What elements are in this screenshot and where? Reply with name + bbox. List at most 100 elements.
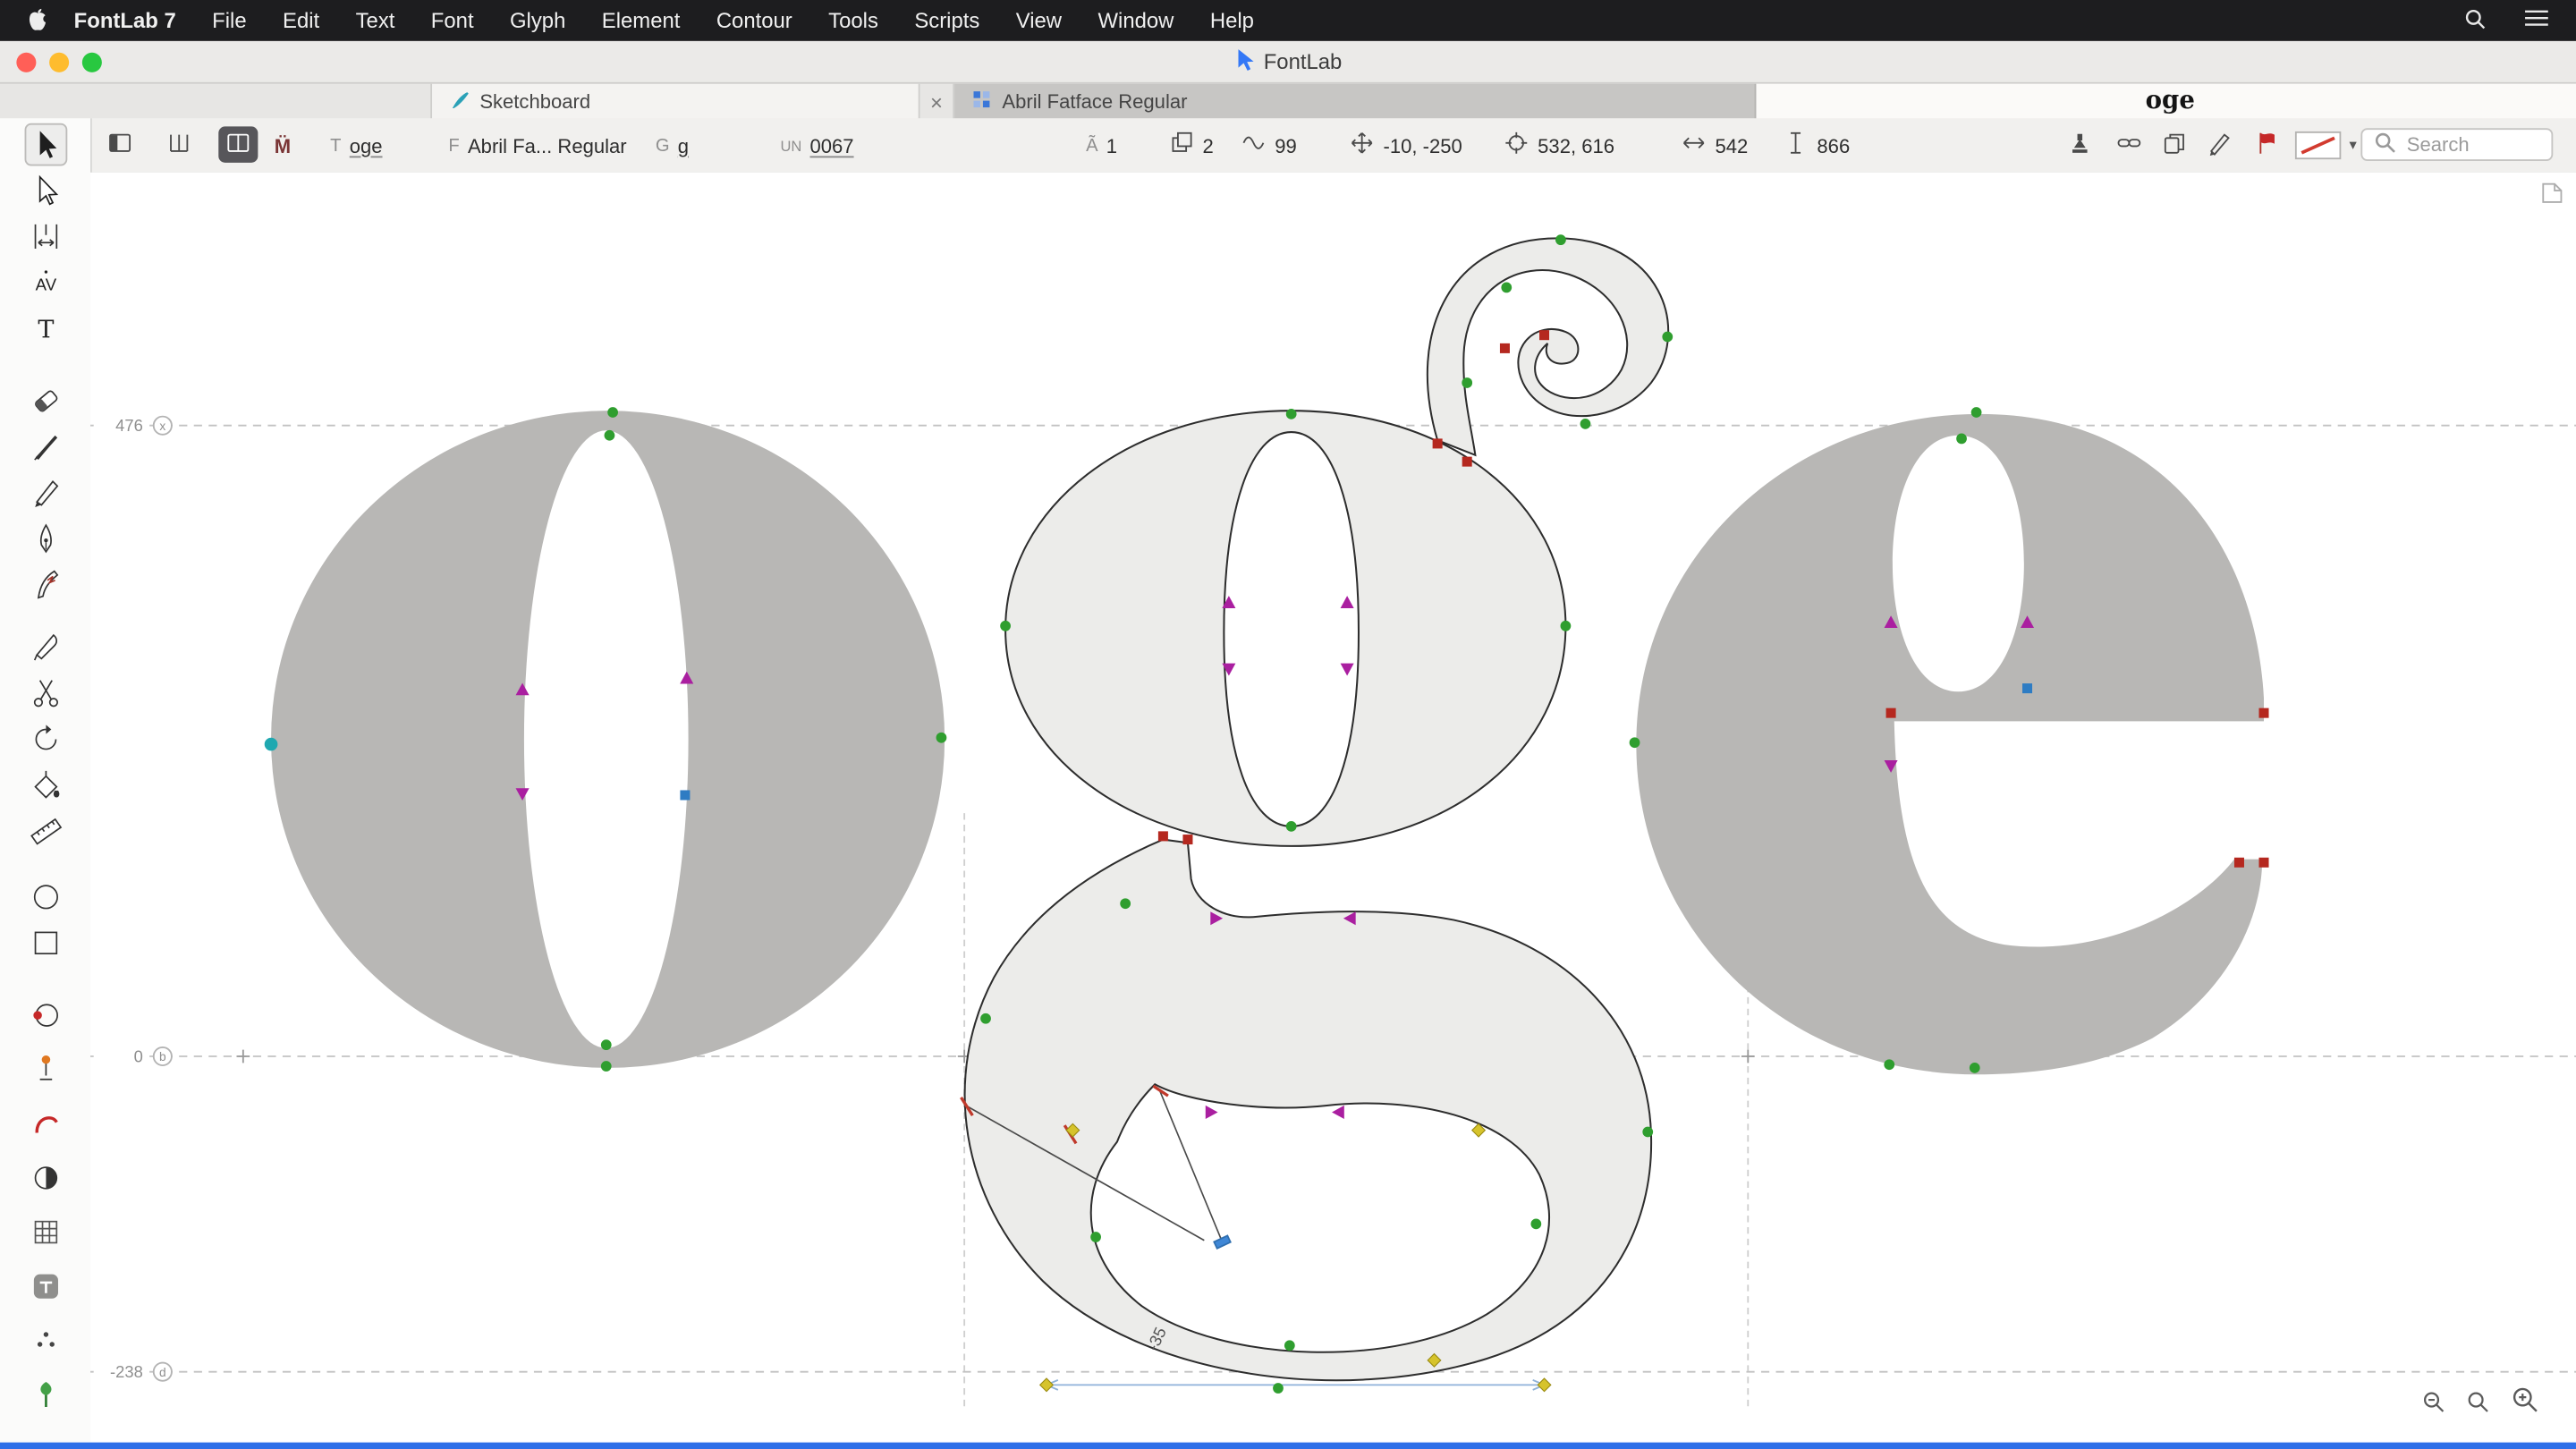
node-blue-selected[interactable]	[2022, 683, 2033, 694]
metrics-panel-icon[interactable]	[166, 118, 192, 173]
node-green[interactable]	[1285, 408, 1297, 419]
node-green[interactable]	[936, 732, 947, 743]
node-red-corner[interactable]	[1157, 831, 1168, 842]
grid-tool[interactable]	[24, 1211, 67, 1254]
node-green[interactable]	[1501, 282, 1513, 293]
font-selector[interactable]: Abril Fa... Regular	[468, 134, 627, 157]
metrics-tool[interactable]	[24, 216, 67, 258]
node-green[interactable]	[1970, 407, 1982, 418]
magnet-tool[interactable]	[24, 994, 67, 1037]
menu-item-contour[interactable]: Contour	[699, 8, 810, 33]
menu-item-edit[interactable]: Edit	[265, 8, 338, 33]
node-red-corner[interactable]	[1539, 330, 1550, 341]
node-green[interactable]	[607, 407, 618, 418]
node-red-corner[interactable]	[2258, 857, 2269, 868]
glyph-o[interactable]	[271, 411, 945, 1068]
pen-icon[interactable]	[2207, 118, 2233, 173]
node-green[interactable]	[1090, 1232, 1101, 1242]
node-red-corner[interactable]	[1885, 708, 1896, 718]
node-green[interactable]	[1462, 377, 1473, 388]
zoom-window-button[interactable]	[81, 51, 102, 72]
minimize-window-button[interactable]	[49, 51, 70, 72]
node-magenta-triangle[interactable]	[1340, 663, 1354, 676]
node-green[interactable]	[1956, 433, 1967, 445]
pen-tool[interactable]	[24, 518, 67, 561]
tree-tool[interactable]	[24, 1374, 67, 1417]
page-corner-icon[interactable]	[2541, 182, 2563, 212]
node-magenta-triangle[interactable]	[1332, 1105, 1344, 1119]
node-green[interactable]	[1629, 737, 1640, 749]
node-red-corner[interactable]	[1499, 343, 1510, 353]
tab-sketchboard[interactable]: Sketchboard	[432, 83, 920, 121]
menu-item-tools[interactable]: Tools	[810, 8, 896, 33]
node-red-corner[interactable]	[2233, 857, 2244, 868]
node-green[interactable]	[1560, 620, 1572, 631]
zoom-icon[interactable]	[2466, 1390, 2491, 1423]
node-blue-selected[interactable]	[680, 790, 691, 801]
menu-item-help[interactable]: Help	[1192, 8, 1273, 33]
node-cyan-selected[interactable]	[264, 737, 278, 751]
scissors-tool[interactable]	[24, 672, 67, 715]
node-green[interactable]	[600, 1039, 612, 1051]
calligraphy-tool[interactable]	[24, 471, 67, 514]
node-green[interactable]	[980, 1013, 991, 1024]
menu-item-view[interactable]: View	[998, 8, 1080, 33]
node-red-corner[interactable]	[1432, 438, 1443, 449]
node-red-corner[interactable]	[1182, 835, 1193, 845]
measure-blue-handle[interactable]	[1213, 1234, 1232, 1250]
link-icon[interactable]	[2116, 118, 2142, 173]
node-green[interactable]	[1120, 898, 1131, 910]
node-green[interactable]	[1284, 1340, 1295, 1352]
node-magenta-triangle[interactable]	[1340, 596, 1354, 608]
arc-tool[interactable]	[24, 1102, 67, 1145]
node-magenta-triangle[interactable]	[1205, 1105, 1218, 1119]
menu-item-font[interactable]: Font	[413, 8, 492, 33]
stamp-icon[interactable]	[2067, 118, 2093, 173]
tab-close-button[interactable]: ×	[919, 83, 955, 121]
node-green[interactable]	[1273, 1383, 1284, 1394]
node-green[interactable]	[1642, 1126, 1654, 1138]
kerning-tool[interactable]: AV	[24, 261, 67, 304]
text-tool[interactable]: T	[24, 307, 67, 350]
node-green[interactable]	[600, 1061, 612, 1072]
apple-menu-icon[interactable]	[26, 8, 49, 33]
rapid-tool[interactable]	[24, 564, 67, 606]
app-menu-title[interactable]: FontLab 7	[55, 8, 193, 33]
node-green[interactable]	[604, 429, 615, 441]
stroke-swatch[interactable]: ▾	[2294, 118, 2357, 173]
handle-yellow-diamond[interactable]	[1038, 1377, 1055, 1393]
glyph-g-curl[interactable]	[1426, 237, 1670, 457]
zoom-out-icon[interactable]	[2421, 1390, 2446, 1423]
node-green[interactable]	[1285, 820, 1297, 832]
glyph-g-bowl[interactable]	[1004, 410, 1567, 847]
contrast-tool[interactable]	[24, 1157, 67, 1199]
brush-tool[interactable]	[24, 426, 67, 469]
close-window-button[interactable]	[16, 51, 37, 72]
node-green[interactable]	[1580, 418, 1591, 429]
node-red-corner[interactable]	[1462, 456, 1472, 467]
glyph-window-button[interactable]	[218, 126, 258, 163]
zoom-in-icon[interactable]	[2511, 1385, 2540, 1422]
snap-tool[interactable]	[24, 1319, 67, 1362]
tab-document[interactable]: Abril Fatface Regular	[954, 83, 1757, 121]
menu-item-text[interactable]: Text	[337, 8, 412, 33]
list-icon[interactable]	[2523, 6, 2549, 34]
node-select-tool[interactable]	[24, 169, 67, 212]
search-input[interactable]: Search	[2360, 128, 2554, 161]
contour-select-tool[interactable]	[23, 123, 67, 166]
menu-item-element[interactable]: Element	[584, 8, 699, 33]
match-metrics-button[interactable]: M̈	[275, 118, 291, 173]
fill-tool[interactable]	[24, 764, 67, 807]
menu-item-glyph[interactable]: Glyph	[492, 8, 584, 33]
eraser-tool[interactable]	[24, 379, 67, 422]
measure-tool[interactable]	[24, 810, 67, 853]
glyph-e[interactable]	[1636, 413, 2265, 1075]
window-titlebar[interactable]: FontLab	[0, 40, 2576, 84]
node-green[interactable]	[1530, 1218, 1542, 1230]
menu-item-scripts[interactable]: Scripts	[896, 8, 997, 33]
flag-icon[interactable]	[2254, 118, 2280, 173]
node-green[interactable]	[1969, 1062, 1980, 1073]
node-green[interactable]	[1000, 620, 1011, 631]
node-green[interactable]	[1662, 331, 1674, 343]
rotate-tool[interactable]	[24, 718, 67, 761]
